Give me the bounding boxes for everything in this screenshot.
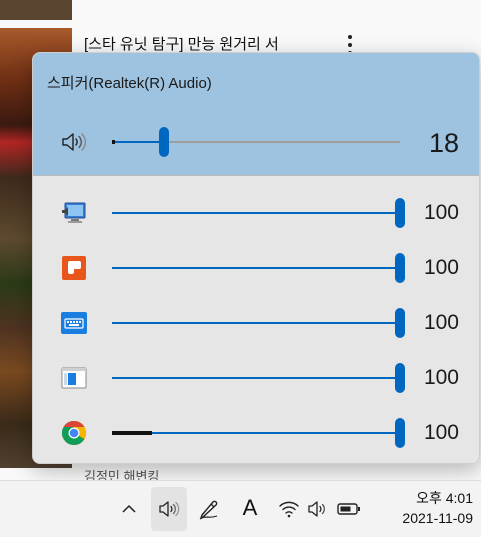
- app-volume-slider[interactable]: [112, 198, 405, 228]
- app-volume-slider[interactable]: [112, 308, 405, 338]
- app-volume-row-window-app: 100: [33, 358, 479, 398]
- app-volume-slider[interactable]: [112, 418, 405, 448]
- window-app-icon[interactable]: [59, 365, 89, 391]
- device-name[interactable]: 스피커(Realtek(R) Audio): [47, 72, 212, 93]
- wifi-icon[interactable]: [276, 495, 302, 523]
- master-volume-value: 18: [428, 128, 459, 158]
- master-volume-slider[interactable]: [112, 127, 400, 157]
- slider-thumb[interactable]: [395, 418, 405, 448]
- app-volume-value: 100: [423, 311, 459, 334]
- speaker-icon[interactable]: [59, 129, 89, 155]
- chrome-icon[interactable]: [59, 420, 89, 446]
- keyboard-app-icon[interactable]: [59, 310, 89, 336]
- slider-thumb[interactable]: [395, 308, 405, 338]
- slider-thumb[interactable]: [395, 253, 405, 283]
- app-volume-slider[interactable]: [112, 363, 405, 393]
- clock-date[interactable]: 2021-11-09: [377, 510, 473, 526]
- app-volume-value: 100: [423, 256, 459, 279]
- slider-thumb[interactable]: [395, 363, 405, 393]
- slider-thumb[interactable]: [395, 198, 405, 228]
- show-hidden-icons-chevron-icon[interactable]: [116, 495, 142, 523]
- video-title[interactable]: [스타 유닛 탐구] 만능 원거리 서: [84, 33, 279, 54]
- speaker-icon[interactable]: [305, 495, 331, 523]
- app-volume-row-keyboard-app: 100: [33, 303, 479, 343]
- orange-app-icon[interactable]: [59, 255, 89, 281]
- taskbar: A 오후 4:01 2021-11-09: [0, 480, 481, 537]
- app-volume-value: 100: [423, 421, 459, 444]
- app-volume-slider[interactable]: [112, 253, 405, 283]
- slider-thumb[interactable]: [158, 127, 169, 157]
- pen-icon[interactable]: [195, 495, 223, 523]
- device-header: 스피커(Realtek(R) Audio) 18: [33, 53, 479, 175]
- clock-time[interactable]: 오후 4:01: [377, 488, 473, 508]
- volume-mixer-flyout: 스피커(Realtek(R) Audio) 18 100 100 100 100…: [32, 52, 480, 464]
- input-method-indicator[interactable]: A: [236, 493, 264, 523]
- divider: [33, 175, 479, 176]
- system-sounds-icon[interactable]: [59, 200, 89, 226]
- volume-tray-icon[interactable]: [151, 487, 187, 531]
- battery-icon[interactable]: [335, 495, 363, 523]
- master-volume-row: 18: [33, 122, 479, 162]
- app-volume-value: 100: [423, 201, 459, 224]
- app-volume-row-system-sounds: 100: [33, 193, 479, 233]
- app-volume-row-orange-app: 100: [33, 248, 479, 288]
- app-volume-row-chrome: 100: [33, 413, 479, 453]
- video-thumbnail[interactable]: [0, 0, 72, 20]
- app-volume-value: 100: [423, 366, 459, 389]
